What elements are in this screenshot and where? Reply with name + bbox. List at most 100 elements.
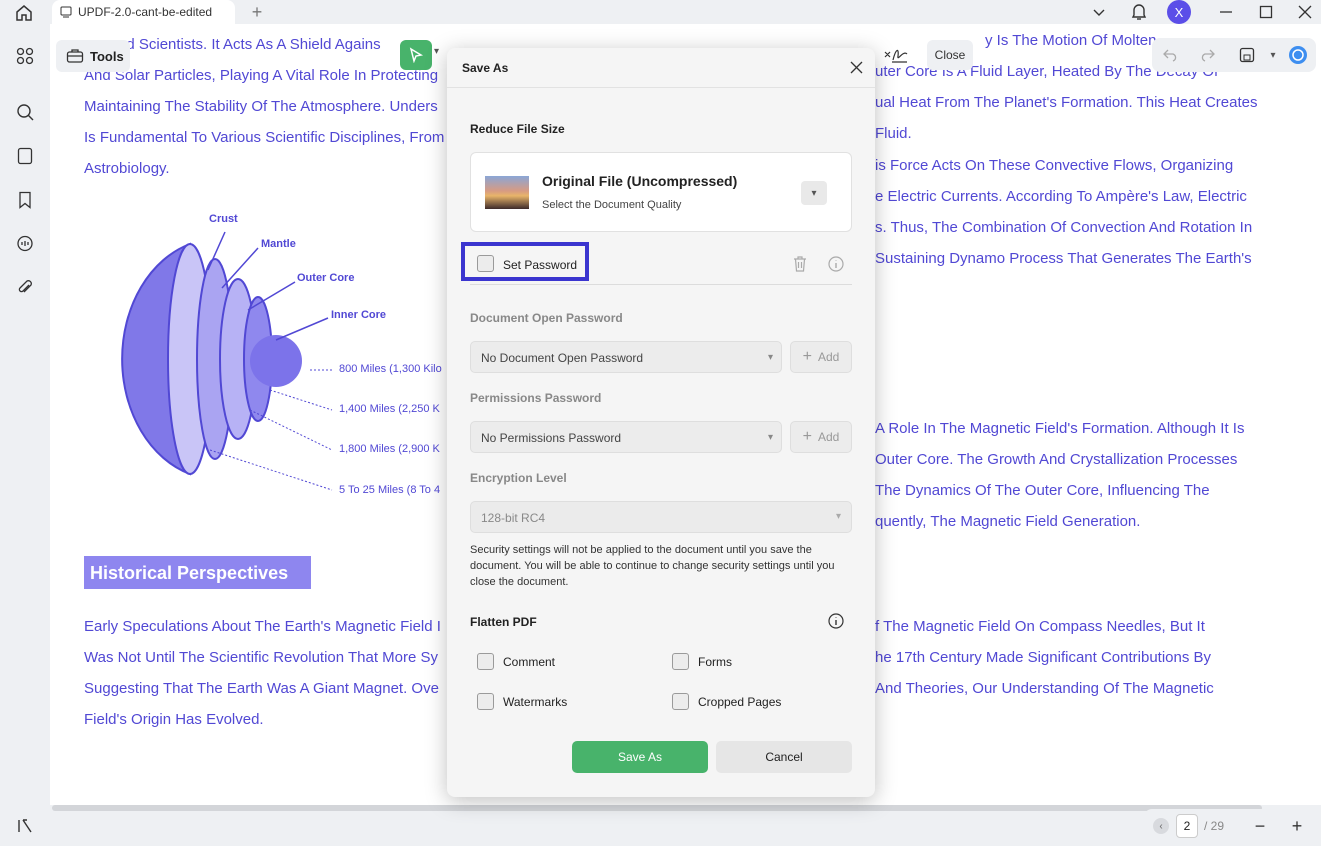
diagram-label-outer-core: Outer Core [297, 272, 355, 284]
left-sidebar [0, 24, 50, 846]
open-password-value: No Document Open Password [481, 351, 644, 365]
permissions-password-value: No Permissions Password [481, 431, 622, 445]
bookmark-icon[interactable] [13, 188, 37, 212]
doc-line: A Role In The Magnetic Field's Formation… [875, 420, 1245, 437]
ai-assistant-icon[interactable] [1287, 44, 1309, 66]
close-toolbar-button[interactable]: Close [927, 40, 973, 70]
title-bar: UPDF-2.0-cant-be-edited + X [0, 0, 1321, 24]
quality-subtitle: Select the Document Quality [542, 199, 682, 211]
open-password-select[interactable]: No Document Open Password ▾ [470, 341, 782, 373]
maximize-icon[interactable] [1250, 0, 1282, 24]
window-close-icon[interactable] [1289, 0, 1321, 24]
chevron-down-icon[interactable]: ▾ [434, 46, 439, 57]
save-icon[interactable] [1236, 44, 1258, 66]
flatten-comment-label: Comment [503, 655, 556, 669]
permissions-password-title: Permissions Password [470, 391, 602, 405]
chevron-down-icon[interactable]: ▾ [1262, 44, 1284, 66]
chevron-down-icon[interactable] [1083, 0, 1115, 24]
set-password-checkbox[interactable] [477, 255, 494, 272]
signature-icon[interactable] [880, 42, 912, 68]
document-tab[interactable]: UPDF-2.0-cant-be-edited [52, 0, 235, 24]
save-as-dialog: Save As Reduce File Size Original File (… [447, 48, 875, 797]
doc-line: is Force Acts On These Convective Flows,… [875, 157, 1234, 174]
section-heading: Historical Perspectives [84, 556, 311, 589]
toolbox-icon [66, 49, 84, 63]
diagram-depth-label: 5 To 25 Miles (8 To 4 [339, 484, 441, 496]
quality-thumbnail [485, 176, 529, 209]
doc-line: Was Not Until The Scientific Revolution … [84, 649, 439, 666]
encryption-level-title: Encryption Level [470, 471, 567, 485]
redo-icon[interactable] [1196, 44, 1218, 66]
dialog-title: Save As [462, 61, 509, 75]
doc-line: And Theories, Our Understanding Of The M… [875, 680, 1214, 697]
zoom-in-button[interactable]: + [1287, 814, 1307, 838]
diagram-label-inner-core: Inner Core [331, 309, 387, 321]
flatten-pdf-title: Flatten PDF [470, 615, 537, 629]
tools-button[interactable]: Tools [56, 40, 130, 72]
add-permissions-password-button[interactable]: + Add [790, 421, 852, 453]
security-note: Security settings will not be applied to… [470, 544, 835, 588]
chevron-down-icon: ▾ [767, 432, 773, 443]
select-tool-button[interactable] [400, 40, 432, 70]
dialog-close-icon[interactable] [847, 58, 865, 76]
flatten-cropped-label: Cropped Pages [698, 695, 782, 709]
trash-icon[interactable] [791, 255, 809, 273]
doc-line: Early Speculations About The Earth's Mag… [84, 618, 441, 635]
doc-line: ed Scientists. It Acts As A Shield Again… [118, 36, 381, 53]
comment-icon[interactable] [13, 232, 37, 256]
zoom-out-button[interactable]: − [1250, 814, 1270, 838]
home-icon[interactable] [12, 2, 36, 24]
doc-line: And Solar Particles, Playing A Vital Rol… [84, 67, 439, 84]
scrollbar-thumb[interactable] [52, 805, 1262, 811]
doc-line: Is Fundamental To Various Scientific Dis… [84, 129, 445, 146]
page-navigation: ‹ 2 / 29 − + [1144, 809, 1316, 843]
info-icon[interactable] [827, 612, 845, 630]
doc-line: f The Magnetic Field On Compass Needles,… [875, 618, 1205, 635]
flatten-watermarks-checkbox[interactable] [477, 693, 494, 710]
apps-grid-icon[interactable] [13, 44, 37, 68]
plus-icon: + [802, 428, 812, 445]
cursor-icon [409, 47, 424, 63]
doc-line: ual Heat From The Planet's Formation. Th… [875, 94, 1258, 111]
add-label: Add [817, 430, 840, 444]
info-icon[interactable] [827, 255, 845, 273]
quality-selector[interactable]: Original File (Uncompressed) Select the … [470, 152, 852, 232]
flatten-comment-checkbox[interactable] [477, 653, 494, 670]
layers-icon[interactable] [13, 814, 37, 838]
encryption-level-select[interactable]: 128-bit RC4 ▾ [470, 501, 852, 533]
minimize-icon[interactable] [1210, 0, 1242, 24]
cancel-button[interactable]: Cancel [716, 741, 852, 773]
permissions-password-select[interactable]: No Permissions Password ▾ [470, 421, 782, 453]
doc-line: Astrobiology. [84, 160, 170, 177]
page-number-input[interactable]: 2 [1176, 814, 1198, 838]
undo-icon[interactable] [1160, 44, 1182, 66]
open-password-title: Document Open Password [470, 311, 623, 325]
quality-title: Original File (Uncompressed) [542, 173, 738, 189]
document-tab-icon [60, 6, 72, 18]
flatten-watermarks-label: Watermarks [503, 695, 568, 709]
pages-icon[interactable] [13, 144, 37, 168]
tools-label: Tools [90, 48, 124, 64]
flatten-forms-checkbox[interactable] [672, 653, 689, 670]
page-total: / 29 [1204, 819, 1225, 833]
save-as-button[interactable]: Save As [572, 741, 708, 773]
doc-line: Field's Origin Has Evolved. [84, 711, 264, 728]
divider [470, 284, 852, 285]
diagram-label-mantle: Mantle [261, 238, 296, 250]
chevron-down-icon: ▾ [767, 352, 773, 363]
search-icon[interactable] [13, 100, 37, 124]
doc-line: Outer Core. The Growth And Crystallizati… [875, 451, 1238, 468]
dialog-header: Save As [447, 48, 875, 88]
previous-page-icon[interactable]: ‹ [1153, 818, 1169, 834]
attachment-icon[interactable] [13, 276, 37, 300]
diagram-depth-label: 1,800 Miles (2,900 K [339, 443, 440, 455]
doc-line: s. Thus, The Combination Of Convection A… [875, 219, 1253, 236]
chevron-down-icon[interactable]: ▾ [801, 181, 827, 205]
tab-title: UPDF-2.0-cant-be-edited [78, 5, 213, 19]
add-open-password-button[interactable]: + Add [790, 341, 852, 373]
avatar[interactable]: X [1167, 0, 1191, 24]
flatten-cropped-checkbox[interactable] [672, 693, 689, 710]
notification-bell-icon[interactable] [1123, 0, 1155, 24]
new-tab-button[interactable]: + [247, 2, 267, 22]
chevron-down-icon: ▾ [835, 511, 841, 522]
